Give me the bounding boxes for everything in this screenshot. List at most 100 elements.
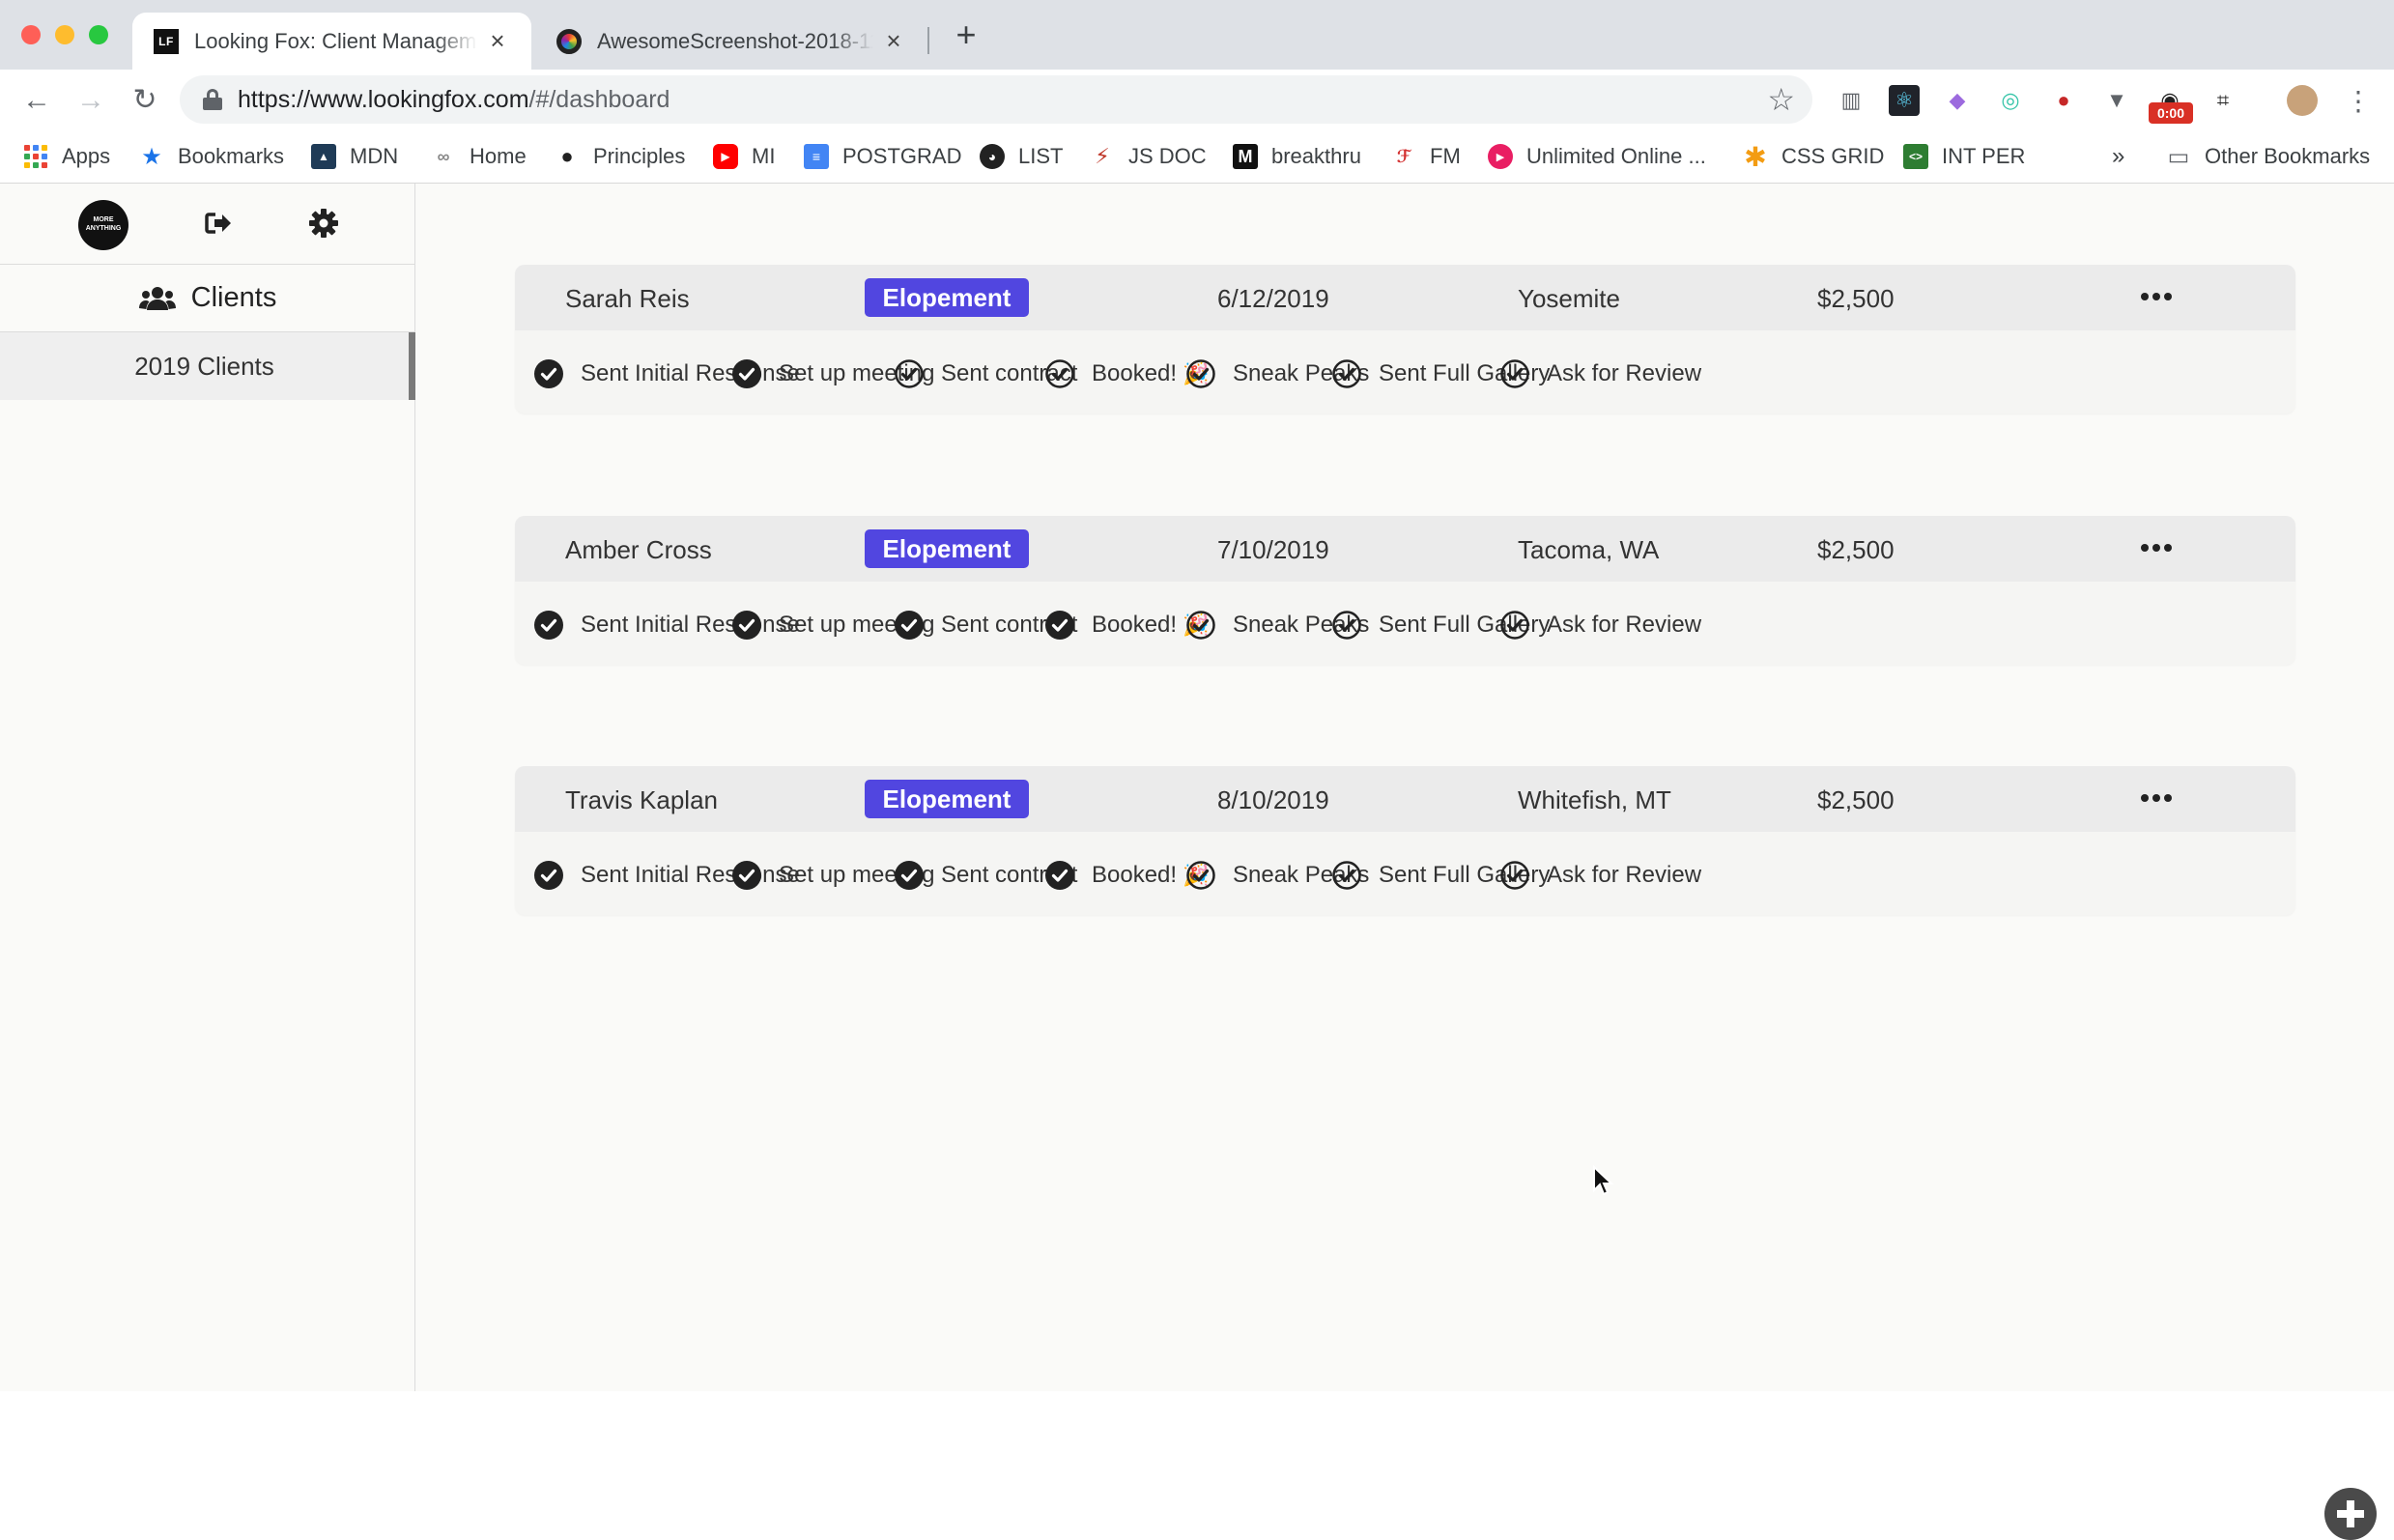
fm-icon: ℱ [1396, 146, 1411, 166]
screenshot-crop-icon[interactable]: ⌗ [2208, 85, 2238, 116]
bookmark-breakthru[interactable]: M breakthru [1233, 141, 1361, 172]
target-extension-icon[interactable]: ◎ [1995, 85, 2026, 116]
check-circle-outline-icon[interactable] [1185, 610, 1216, 641]
workflow-step-label: Ask for Review [1547, 862, 1702, 888]
bookmark-label: POSTGRAD [842, 144, 962, 168]
bookmark-fm[interactable]: ℱ FM [1391, 141, 1461, 172]
browser-toolbar: ← → ↻ https://www.lookingfox.com/#/dashb… [0, 70, 2394, 129]
add-client-button[interactable] [2324, 1488, 2377, 1540]
check-circle-outline-icon[interactable] [1331, 358, 1362, 389]
check-circle-filled-icon[interactable] [731, 358, 762, 389]
workflow-step[interactable]: Booked! 🎉 [1044, 357, 1209, 390]
mdn-icon: ▲ [311, 144, 336, 169]
bookmark-css-grid[interactable]: ✱ CSS GRID [1743, 141, 1884, 172]
sidebar-header: MORE ANYTHING [0, 184, 415, 265]
forward-arrow-icon[interactable]: → [71, 81, 110, 120]
bookmark-mi[interactable]: ▶ MI [713, 141, 775, 172]
check-circle-filled-icon[interactable] [731, 610, 762, 641]
check-circle-filled-icon[interactable] [894, 860, 925, 891]
browser-menu-icon[interactable]: ⋮ [2343, 85, 2374, 116]
check-circle-outline-icon[interactable] [1499, 610, 1530, 641]
bookmark-home[interactable]: ∞ Home [431, 141, 527, 172]
logout-icon[interactable] [202, 207, 235, 240]
check-circle-filled-icon[interactable] [1044, 860, 1075, 891]
gear-icon[interactable] [307, 207, 340, 240]
check-circle-outline-icon[interactable] [1331, 860, 1362, 891]
workflow-step[interactable]: Booked! 🎉 [1044, 609, 1209, 642]
address-bar[interactable]: https://www.lookingfox.com/#/dashboard ☆ [180, 75, 1812, 124]
bookmark-star-icon[interactable]: ☆ [1767, 81, 1795, 118]
github-icon: ◕ [980, 144, 1005, 169]
close-tab-icon[interactable]: × [485, 26, 510, 56]
bookmark-label: breakthru [1271, 144, 1361, 168]
event-date: 8/10/2019 [1217, 785, 1329, 814]
tab-awesome-screenshot[interactable]: AwesomeScreenshot-2018-11- × [535, 13, 927, 70]
bookmark-js-doc[interactable]: ⚡ JS DOC [1090, 141, 1207, 172]
bookmark-int-per[interactable]: <> INT PER [1903, 141, 2025, 172]
bookmark-bookmarks[interactable]: ★ Bookmarks [139, 141, 284, 172]
reader-extension-icon[interactable]: ▥ [1836, 85, 1867, 116]
event-type-badge[interactable]: Elopement [865, 780, 1029, 818]
bookmark-apps[interactable]: Apps [23, 141, 110, 172]
event-type-badge[interactable]: Elopement [865, 278, 1029, 317]
asterisk-icon: ✱ [1744, 141, 1767, 172]
workflow-step[interactable]: Ask for Review [1499, 357, 1701, 390]
bookmark-mdn[interactable]: ▲ MDN [311, 141, 398, 172]
react-devtools-icon[interactable]: ⚛ [1889, 85, 1920, 116]
brand-logo[interactable]: MORE ANYTHING [78, 200, 128, 250]
color-extension-icon[interactable]: ◆ [1942, 85, 1973, 116]
check-circle-filled-icon[interactable] [894, 610, 925, 641]
check-circle-filled-icon[interactable] [533, 610, 564, 641]
window-maximize-button[interactable] [89, 25, 108, 44]
workflow-step[interactable]: Ask for Review [1499, 859, 1701, 892]
bookmarks-overflow-button[interactable]: » [2112, 141, 2124, 172]
event-price: $2,500 [1817, 284, 1895, 313]
check-circle-outline-icon[interactable] [1185, 358, 1216, 389]
vue-devtools-icon[interactable]: ▼ [2101, 85, 2132, 116]
check-circle-filled-icon[interactable] [1044, 610, 1075, 641]
bookmark-label: LIST [1018, 144, 1064, 168]
event-location: Tacoma, WA [1518, 535, 1660, 564]
more-options-icon[interactable] [2140, 533, 2173, 562]
bookmark-label: JS DOC [1128, 144, 1207, 168]
bookmark-postgrad[interactable]: ≡ POSTGRAD [804, 141, 961, 172]
bookmark-label: Apps [62, 144, 111, 168]
users-icon [138, 286, 176, 310]
reload-icon[interactable]: ↻ [126, 81, 164, 120]
check-circle-outline-icon[interactable] [894, 358, 925, 389]
bookmark-list[interactable]: ◕ LIST [980, 141, 1063, 172]
workflow-step[interactable]: Ask for Review [1499, 609, 1701, 642]
profile-avatar[interactable] [2287, 85, 2318, 116]
check-circle-filled-icon[interactable] [533, 358, 564, 389]
tab-looking-fox[interactable]: LF Looking Fox: Client Management × [132, 13, 531, 70]
check-circle-outline-icon[interactable] [1185, 860, 1216, 891]
check-circle-outline-icon[interactable] [1044, 358, 1075, 389]
client-name: Amber Cross [565, 535, 712, 564]
check-circle-filled-icon[interactable] [533, 860, 564, 891]
close-tab-icon[interactable]: × [881, 26, 906, 56]
event-type-badge[interactable]: Elopement [865, 529, 1029, 568]
bookmark-label: INT PER [1942, 144, 2026, 168]
bookmark-other-bookmarks[interactable]: ▭ Other Bookmarks [2166, 141, 2371, 172]
window-close-button[interactable] [21, 25, 41, 44]
new-tab-button[interactable]: + [949, 17, 983, 52]
star-icon: ★ [141, 143, 162, 170]
window-minimize-button[interactable] [55, 25, 74, 44]
client-card: Travis Kaplan Elopement 8/10/2019 Whitefish… [515, 766, 2295, 915]
check-circle-filled-icon[interactable] [731, 860, 762, 891]
check-circle-outline-icon[interactable] [1499, 860, 1530, 891]
check-circle-outline-icon[interactable] [1499, 358, 1530, 389]
event-location: Yosemite [1518, 284, 1620, 313]
workflow-step[interactable]: Booked! 🎉 [1044, 859, 1209, 892]
sidebar-item-2019-clients[interactable]: 2019 Clients [0, 332, 415, 400]
check-circle-outline-icon[interactable] [1331, 610, 1362, 641]
bookmark-label: Principles [593, 144, 686, 168]
bookmark-principles[interactable]: ● Principles [555, 141, 685, 172]
more-options-icon[interactable] [2140, 282, 2173, 311]
url-text[interactable]: https://www.lookingfox.com/#/dashboard [238, 86, 670, 114]
more-options-icon[interactable] [2140, 784, 2173, 813]
privacy-extension-icon[interactable]: ● [2048, 85, 2079, 116]
workflow-step-label: Ask for Review [1547, 612, 1702, 638]
bookmark-unlimited-online[interactable]: ▶ Unlimited Online ... [1488, 141, 1706, 172]
back-arrow-icon[interactable]: ← [17, 81, 56, 120]
